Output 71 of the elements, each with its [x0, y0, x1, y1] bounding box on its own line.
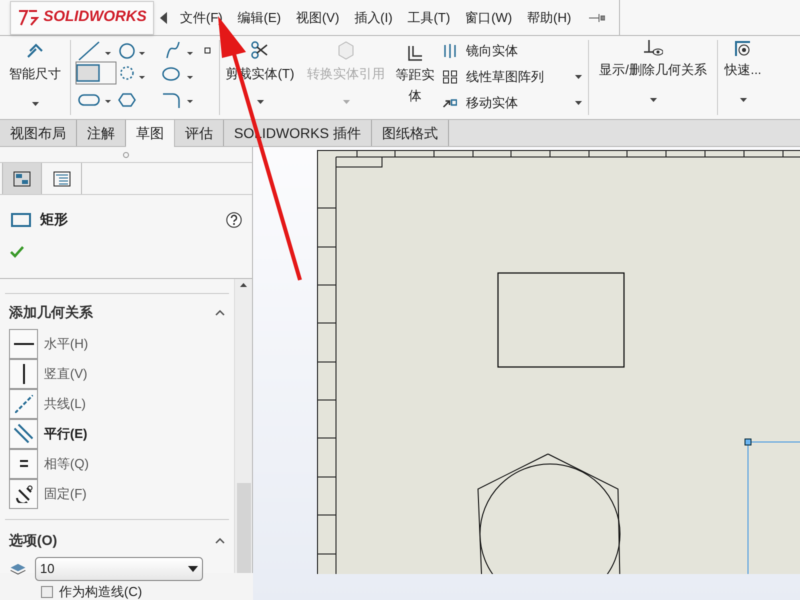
menu-item[interactable]: 工具(T): [408, 8, 450, 28]
ribbon-tab[interactable]: 草图: [126, 120, 175, 147]
ribbon-tab[interactable]: 图纸格式: [372, 120, 449, 146]
relation-label: 竖直(V): [44, 365, 88, 384]
caret-icon: [32, 102, 38, 106]
section-title: 添加几何关系: [9, 303, 93, 322]
ribbon-command[interactable]: 移动实体: [438, 90, 588, 116]
scroll-up-icon[interactable]: [240, 283, 247, 287]
caret-icon: [650, 98, 656, 102]
ribbon-tab[interactable]: 注解: [77, 120, 126, 146]
checkbox-label: 作为构造线(C): [59, 585, 142, 599]
menu-item[interactable]: 编辑(E): [238, 8, 281, 28]
scrollbar-thumb[interactable]: [236, 483, 250, 573]
pin-icon[interactable]: [589, 12, 606, 22]
logo-icon: [17, 8, 40, 26]
quick-snaps-button[interactable]: 快速...: [718, 36, 768, 119]
relation-button[interactable]: [9, 328, 38, 358]
snap-icon: [734, 40, 752, 58]
splitter-handle-icon[interactable]: [123, 152, 129, 158]
layer-dropdown[interactable]: 10: [35, 557, 203, 581]
collapse-icon[interactable]: [215, 538, 225, 544]
parallel-icon: [14, 424, 33, 443]
caret-icon: [188, 566, 198, 572]
caret-icon: [740, 98, 746, 102]
horizontal-line-icon: [14, 342, 34, 344]
relation-label: 水平(H): [44, 335, 88, 354]
menu-item[interactable]: 帮助(H): [527, 8, 572, 28]
show-relations-button[interactable]: 显示/删除几何关系: [589, 36, 717, 119]
section-title: 选项(O): [9, 531, 58, 550]
smart-dimension-button[interactable]: 智能尺寸: [0, 36, 70, 119]
feature-manager-tab[interactable]: [2, 163, 42, 194]
relation-label: 共线(L): [44, 395, 86, 414]
offset-icon: [406, 44, 424, 62]
ribbon-command[interactable]: 线性草图阵列: [438, 64, 588, 90]
relation-label: 相等(Q): [44, 455, 89, 474]
equal-icon: [20, 460, 28, 467]
logo-text: SOLIDWORKS: [43, 7, 147, 28]
checkbox[interactable]: [41, 586, 53, 598]
collapse-arrow-icon[interactable]: [160, 12, 168, 24]
caret-icon: [342, 100, 350, 104]
ok-checkmark-icon[interactable]: [10, 246, 24, 258]
dropdown-value: 10: [40, 560, 56, 578]
offset-entities-button[interactable]: 等距实体: [392, 36, 438, 119]
collapse-icon[interactable]: [215, 310, 225, 316]
scrollbar[interactable]: [234, 279, 252, 573]
move-icon: [443, 98, 457, 108]
panel-title: 矩形: [40, 210, 68, 229]
relation-label: 平行(E): [44, 425, 88, 444]
tree-icon: [13, 170, 31, 186]
menu-item[interactable]: 视图(V): [296, 8, 340, 28]
anchor-icon: [14, 484, 32, 502]
relation-eye-icon: [643, 40, 663, 58]
list-icon: [52, 170, 70, 186]
collinear-icon: [14, 394, 32, 412]
relation-label: 固定(F): [44, 485, 87, 504]
pattern-icon: [443, 70, 457, 84]
help-icon[interactable]: [226, 212, 242, 228]
layers-icon: [9, 563, 27, 575]
menu-item[interactable]: 窗口(W): [465, 8, 512, 28]
mirror-icon: [443, 44, 457, 58]
relation-button[interactable]: [9, 448, 38, 478]
rectangle-icon: [10, 210, 32, 228]
ribbon-command[interactable]: 镜向实体: [438, 38, 588, 64]
caret-icon: [256, 100, 264, 104]
relation-button[interactable]: [9, 358, 38, 388]
menu-item[interactable]: 插入(I): [354, 8, 393, 28]
relation-button[interactable]: [9, 478, 38, 508]
ribbon-tab[interactable]: 视图布局: [0, 120, 77, 146]
vertical-line-icon: [22, 364, 24, 384]
ribbon-tab[interactable]: 评估: [175, 120, 224, 146]
scissors-icon: [250, 40, 270, 60]
